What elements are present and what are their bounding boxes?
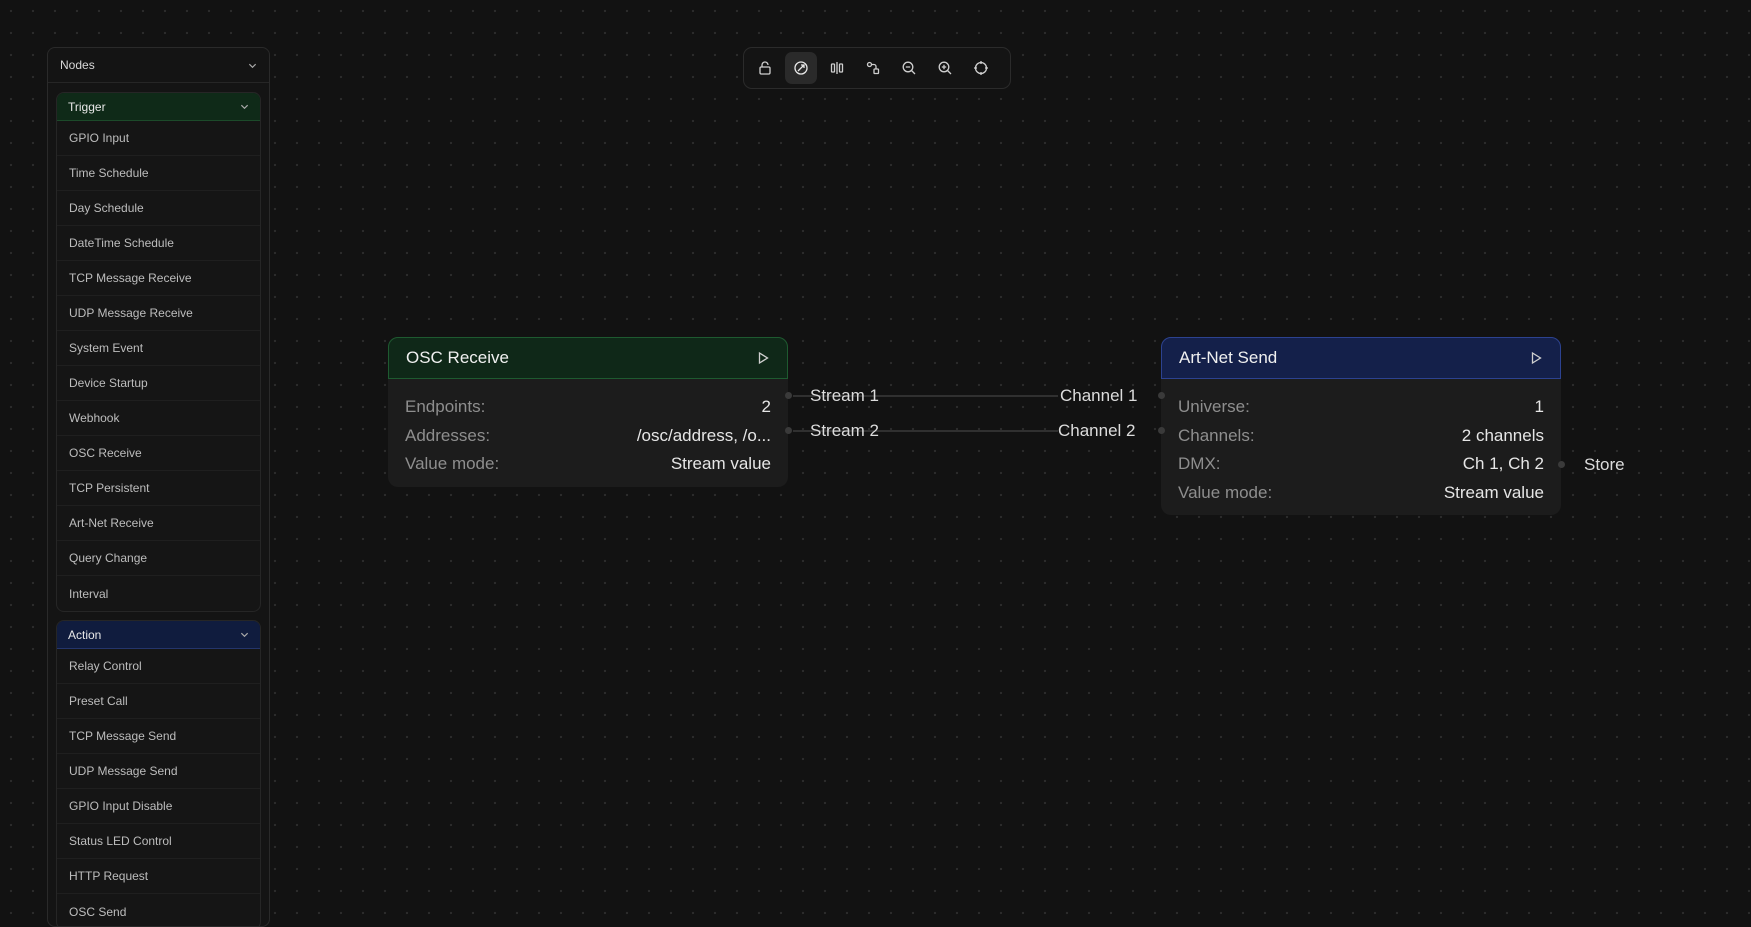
property-value: 1 xyxy=(1534,397,1544,417)
output-handle-stream-2[interactable] xyxy=(785,427,792,434)
art-net-send-node-title: Art-Net Send xyxy=(1179,348,1278,367)
property-value: Ch 1, Ch 2 xyxy=(1462,454,1544,474)
output-handle-store[interactable] xyxy=(1558,461,1565,468)
art-net-send-node[interactable]: Art-Net Send Universe: 1 Channels: 2 cha… xyxy=(1161,337,1561,516)
property-row: Endpoints: 2 xyxy=(405,393,771,422)
property-row: DMX: Ch 1, Ch 2 xyxy=(1178,450,1544,479)
property-value: 2 xyxy=(761,397,771,417)
osc-receive-node-body: Endpoints: 2 Addresses: /osc/address, /o… xyxy=(388,379,788,487)
osc-receive-node[interactable]: OSC Receive Endpoints: 2 Addresses: /osc… xyxy=(388,337,788,487)
play-icon[interactable] xyxy=(756,351,770,365)
property-label: Value mode: xyxy=(1178,483,1273,503)
property-label: DMX: xyxy=(1178,454,1221,474)
input-handle-channel-1[interactable] xyxy=(1158,392,1165,399)
output-port-label: Stream 1 xyxy=(810,386,879,405)
property-row: Value mode: Stream value xyxy=(1178,479,1544,508)
osc-receive-node-header[interactable]: OSC Receive xyxy=(388,337,788,379)
play-icon[interactable] xyxy=(1529,351,1543,365)
input-port-label: Channel 1 xyxy=(1060,386,1138,405)
property-label: Endpoints: xyxy=(405,397,486,417)
property-row: Universe: 1 xyxy=(1178,393,1544,422)
art-net-send-node-header[interactable]: Art-Net Send xyxy=(1161,337,1561,379)
output-port-label: Store xyxy=(1584,455,1625,474)
property-row: Addresses: /osc/address, /o... xyxy=(405,422,771,451)
property-label: Universe: xyxy=(1178,397,1250,417)
output-handle-stream-1[interactable] xyxy=(785,392,792,399)
property-label: Value mode: xyxy=(405,454,500,474)
output-port-label: Stream 2 xyxy=(810,421,879,440)
art-net-send-node-body: Universe: 1 Channels: 2 channels DMX: Ch… xyxy=(1161,379,1561,515)
property-row: Channels: 2 channels xyxy=(1178,422,1544,451)
input-port-label: Channel 2 xyxy=(1058,421,1136,440)
osc-receive-node-title: OSC Receive xyxy=(406,348,509,367)
input-handle-channel-2[interactable] xyxy=(1158,427,1165,434)
property-value: Stream value xyxy=(670,454,771,474)
property-value: Stream value xyxy=(1443,483,1544,503)
property-value: /osc/address, /o... xyxy=(636,425,771,445)
property-row: Value mode: Stream value xyxy=(405,450,771,479)
property-label: Channels: xyxy=(1178,425,1255,445)
property-value: 2 channels xyxy=(1461,425,1544,445)
property-label: Addresses: xyxy=(405,425,491,445)
